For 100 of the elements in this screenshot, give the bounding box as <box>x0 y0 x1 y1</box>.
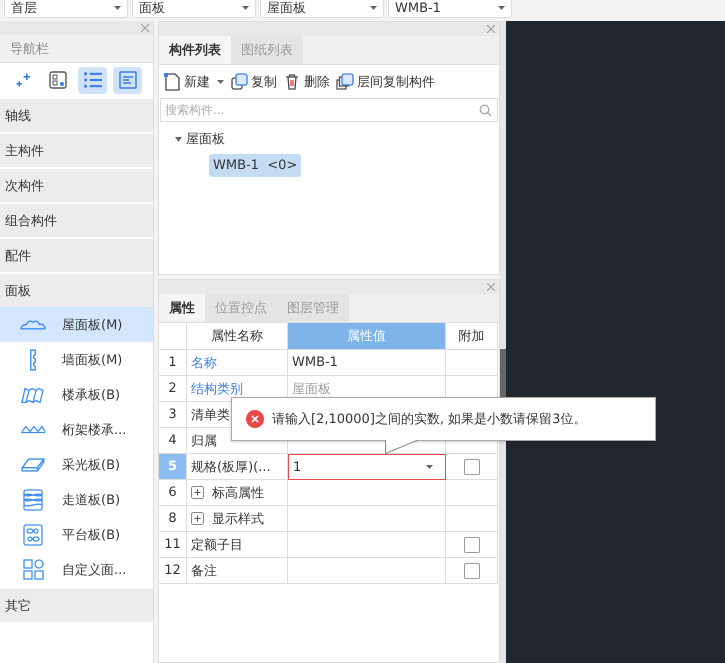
property-name: 名称 <box>187 350 288 376</box>
property-name: 规格(板厚)(... <box>187 454 288 480</box>
caret-icon <box>217 80 224 84</box>
property-name: 备注 <box>187 558 288 584</box>
wall-outline-icon <box>29 348 37 370</box>
nav-item-label: 屋面板(M) <box>62 316 122 334</box>
checkbox[interactable] <box>464 562 480 578</box>
nav-item[interactable]: 屋面板(M) <box>0 307 153 342</box>
table-cell[interactable] <box>288 506 446 532</box>
corrugated-panel-icon <box>21 386 45 404</box>
dropdown[interactable]: 屋面板 <box>260 0 384 18</box>
property-name: 定额子目 <box>187 532 288 558</box>
nav-item-label: 墙面板(M) <box>62 352 122 368</box>
table-cell[interactable] <box>288 532 446 558</box>
toolbar-button[interactable] <box>113 66 142 94</box>
row-number: 5 <box>159 454 187 480</box>
nav-item-label: 采光板(B) <box>62 456 120 474</box>
row-number: 12 <box>159 558 187 584</box>
dropdown[interactable]: WMB-1 <box>388 0 512 18</box>
checkbox[interactable] <box>464 458 480 474</box>
search-field[interactable]: 搜索构件... <box>160 98 498 122</box>
table-cell[interactable]: 1 <box>288 454 446 480</box>
row-number: 11 <box>159 532 187 558</box>
nav-category[interactable]: 组合构件 <box>0 204 153 237</box>
toolbar-button[interactable]: 删除 <box>283 72 330 91</box>
tree-item[interactable]: WMB-1 <0> <box>209 154 302 177</box>
close-icon[interactable] <box>487 25 495 33</box>
toolbar-button[interactable]: 复制 <box>230 72 277 91</box>
platform-panel-icon <box>23 524 43 546</box>
table-cell[interactable] <box>288 480 446 506</box>
close-icon[interactable] <box>487 283 495 291</box>
row-number: 6 <box>159 480 187 506</box>
row-number: 8 <box>159 506 187 532</box>
nav-category[interactable]: 其它 <box>0 589 153 622</box>
tree-node[interactable]: 屋面板 <box>175 130 483 148</box>
button-label: 复制 <box>251 74 277 90</box>
nav-item-label: 走道板(B) <box>62 492 120 508</box>
new-file-icon <box>163 72 181 91</box>
caret-icon <box>498 6 505 10</box>
expand-icon[interactable] <box>191 512 204 525</box>
property-name: 显示样式 <box>212 510 264 528</box>
mesh-panel-icon <box>23 488 43 510</box>
nav-category[interactable]: 主构件 <box>0 134 153 167</box>
sparkle-icon <box>16 73 30 87</box>
nav-item-label: 自定义面... <box>62 562 126 578</box>
toolbar-button[interactable]: 新建 <box>163 72 224 91</box>
column-header[interactable]: 属性名称 <box>187 323 288 350</box>
checkbox[interactable] <box>464 536 480 552</box>
triangles-icon <box>20 425 46 434</box>
caret-icon <box>175 136 182 142</box>
copy-icon <box>230 72 248 91</box>
dropdown[interactable]: 面板 <box>132 0 256 18</box>
row-number: 2 <box>159 376 187 402</box>
trash-icon <box>283 72 301 91</box>
nav-category[interactable]: 面板 <box>0 274 153 307</box>
property-name: 标高属性 <box>212 484 264 502</box>
form-icon <box>118 71 136 89</box>
row-number: 3 <box>159 402 187 428</box>
table-cell[interactable]: WMB-1 <box>288 350 446 376</box>
nav-category[interactable]: 轴线 <box>0 99 153 132</box>
dropdown-value: 首层 <box>11 0 37 17</box>
tree-node-label: 屋面板 <box>186 131 225 148</box>
dropdown-value: WMB-1 <box>395 0 441 16</box>
error-icon <box>246 410 264 428</box>
property-value: 1 <box>293 460 302 474</box>
nav-item-label: 平台板(B) <box>62 526 120 544</box>
nav-item-label: 桁架楼承... <box>62 422 126 438</box>
nav-item-label: 楼承板(B) <box>62 386 120 404</box>
shapes-icon <box>22 559 44 580</box>
nav-category[interactable]: 次构件 <box>0 169 153 202</box>
row-number: 4 <box>159 428 187 454</box>
row-number: 1 <box>159 350 187 376</box>
grid-icon <box>48 71 66 89</box>
expand-icon[interactable] <box>191 486 204 499</box>
caret-icon <box>370 6 377 10</box>
button-label: 删除 <box>304 74 330 90</box>
dropdown[interactable]: 首层 <box>4 0 128 18</box>
list-icon <box>84 72 102 88</box>
table-cell[interactable] <box>288 558 446 584</box>
tab[interactable]: 属性 <box>159 294 205 322</box>
cloud-icon <box>20 319 46 330</box>
button-label: 层间复制构件 <box>357 74 435 90</box>
button-label: 新建 <box>184 74 210 90</box>
property-value: WMB-1 <box>292 355 338 370</box>
caret-icon <box>426 465 433 469</box>
property-value: 屋面板 <box>292 380 331 398</box>
caret-icon <box>114 6 121 10</box>
nav-category[interactable]: 配件 <box>0 239 153 272</box>
tab[interactable]: 构件列表 <box>159 36 231 64</box>
toolbar-button[interactable]: 层间复制构件 <box>336 72 435 91</box>
panel-title: 导航栏 <box>0 35 153 63</box>
panel-icon <box>21 458 45 472</box>
dropdown-value: 屋面板 <box>267 0 306 17</box>
column-header[interactable]: 附加 <box>446 323 498 350</box>
toolbar-button[interactable] <box>78 66 107 94</box>
caret-icon <box>242 6 249 10</box>
copy-icon <box>336 72 354 91</box>
dropdown-value: 面板 <box>139 0 165 17</box>
search-icon <box>479 104 492 117</box>
close-icon[interactable] <box>141 24 149 32</box>
